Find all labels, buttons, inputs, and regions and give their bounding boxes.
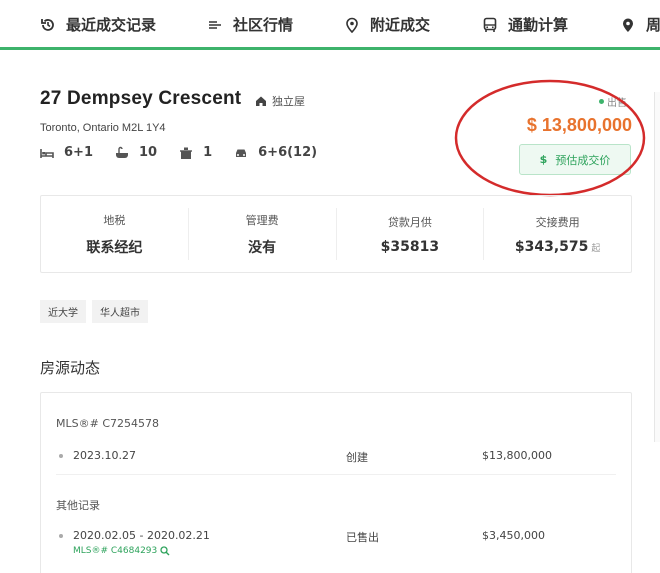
- kitchens-value: 1: [203, 145, 213, 160]
- stove-icon: [180, 147, 193, 159]
- current-mls-number: MLS®# C7254578: [56, 417, 159, 430]
- bathtub-icon: [115, 146, 128, 158]
- estimate-price-button[interactable]: $ 预估成交价: [519, 144, 631, 175]
- nav-item-label: 最近成交记录: [66, 16, 157, 34]
- other-records-title: 其他记录: [56, 499, 100, 512]
- dollar-icon: $: [539, 153, 548, 166]
- listing-address: 27 Dempsey Crescent: [40, 88, 242, 109]
- status-dot: [599, 99, 604, 104]
- listing-city: Toronto, Ontario M2L 1Y4: [40, 122, 166, 134]
- side-panel-edge: [654, 92, 660, 442]
- cost-summary: 地税 联系经纪 管理费 没有 贷款月供 $35813 交接费用 $343,575…: [40, 195, 632, 273]
- history-date: 2020.02.05 - 2020.02.21: [73, 529, 210, 542]
- bedrooms-spec: 6+1: [40, 145, 93, 160]
- bed-icon: [40, 148, 54, 158]
- house-icon: [256, 96, 266, 106]
- history-price: $13,800,000: [482, 449, 552, 462]
- listing-history: MLS®# C7254578 2023.10.27 创建 $13,800,000…: [40, 392, 632, 573]
- history-price: $3,450,000: [482, 529, 545, 542]
- nav-item-recent-sales[interactable]: 最近成交记录: [40, 14, 156, 35]
- listing-status: 出售: [599, 94, 627, 109]
- bathrooms-value: 10: [138, 145, 158, 160]
- bullet: [59, 454, 63, 458]
- car-icon: [236, 149, 247, 157]
- maintenance-fee-cell: 管理费 没有: [189, 208, 337, 260]
- top-nav: 最近成交记录 社区行情 附近成交 通勤计算 周: [0, 0, 660, 50]
- parking-value: 6+6(12): [258, 145, 318, 160]
- closing-cost-value: $343,575 起: [515, 239, 601, 255]
- divider: [56, 474, 616, 475]
- bullet: [59, 534, 63, 538]
- listing-specs: 6+1 10 1 6+6(12): [40, 145, 339, 160]
- history-event: 创建: [346, 451, 368, 464]
- closing-cost-label: 交接费用: [535, 215, 580, 229]
- listing-price: $ 13,800,000: [526, 115, 632, 135]
- history-date: 2023.10.27: [73, 449, 136, 462]
- kitchens-spec: 1: [179, 145, 212, 160]
- nav-item-nearby-sales[interactable]: 附近成交: [344, 14, 430, 35]
- nav-item-commute[interactable]: 通勤计算: [482, 14, 568, 35]
- nav-item-community-market[interactable]: 社区行情: [207, 14, 293, 35]
- history-mls-number: MLS®# C4684293: [73, 546, 158, 556]
- property-tax-label: 地税: [103, 213, 126, 227]
- nav-item-surroundings[interactable]: 周: [620, 14, 660, 35]
- bedrooms-value: 6+1: [64, 145, 93, 160]
- history-icon: [41, 18, 54, 31]
- nav-item-label: 社区行情: [233, 16, 294, 34]
- estimate-price-label: 预估成交价: [555, 153, 611, 167]
- map-pin-icon: [623, 18, 633, 32]
- status-label: 出售: [607, 98, 627, 109]
- maintenance-fee-value: 没有: [248, 239, 277, 256]
- bus-icon: [483, 17, 497, 32]
- tag-near-university: 近大学: [40, 300, 86, 323]
- nav-item-label: 附近成交: [370, 16, 431, 34]
- mortgage-label: 贷款月供: [387, 215, 432, 229]
- location-pin-icon: [346, 17, 358, 33]
- history-event: 已售出: [346, 531, 379, 544]
- bathrooms-spec: 10: [115, 145, 157, 160]
- closing-cost-cell[interactable]: 交接费用 $343,575 起: [484, 208, 631, 260]
- list-icon: [209, 20, 221, 29]
- mortgage-cell[interactable]: 贷款月供 $35813: [337, 208, 485, 260]
- property-tax-value: 联系经纪: [86, 239, 143, 256]
- nav-item-label: 通勤计算: [508, 16, 569, 34]
- history-mls-link[interactable]: MLS®# C4684293: [73, 546, 170, 556]
- search-icon[interactable]: [160, 546, 170, 556]
- listing-history-title: 房源动态: [40, 359, 101, 377]
- property-tax-cell: 地税 联系经纪: [41, 208, 189, 260]
- nav-item-label: 周: [646, 16, 660, 34]
- tag-chinese-supermarket: 华人超市: [92, 300, 148, 323]
- closing-cost-amount: $343,575: [514, 238, 589, 255]
- property-type-label: 独立屋: [272, 95, 305, 108]
- parking-spec: 6+6(12): [234, 145, 317, 160]
- maintenance-fee-label: 管理费: [245, 213, 279, 227]
- property-type: 独立屋: [255, 93, 305, 109]
- closing-cost-suffix: 起: [591, 243, 601, 254]
- mortgage-value: $35813: [380, 238, 440, 255]
